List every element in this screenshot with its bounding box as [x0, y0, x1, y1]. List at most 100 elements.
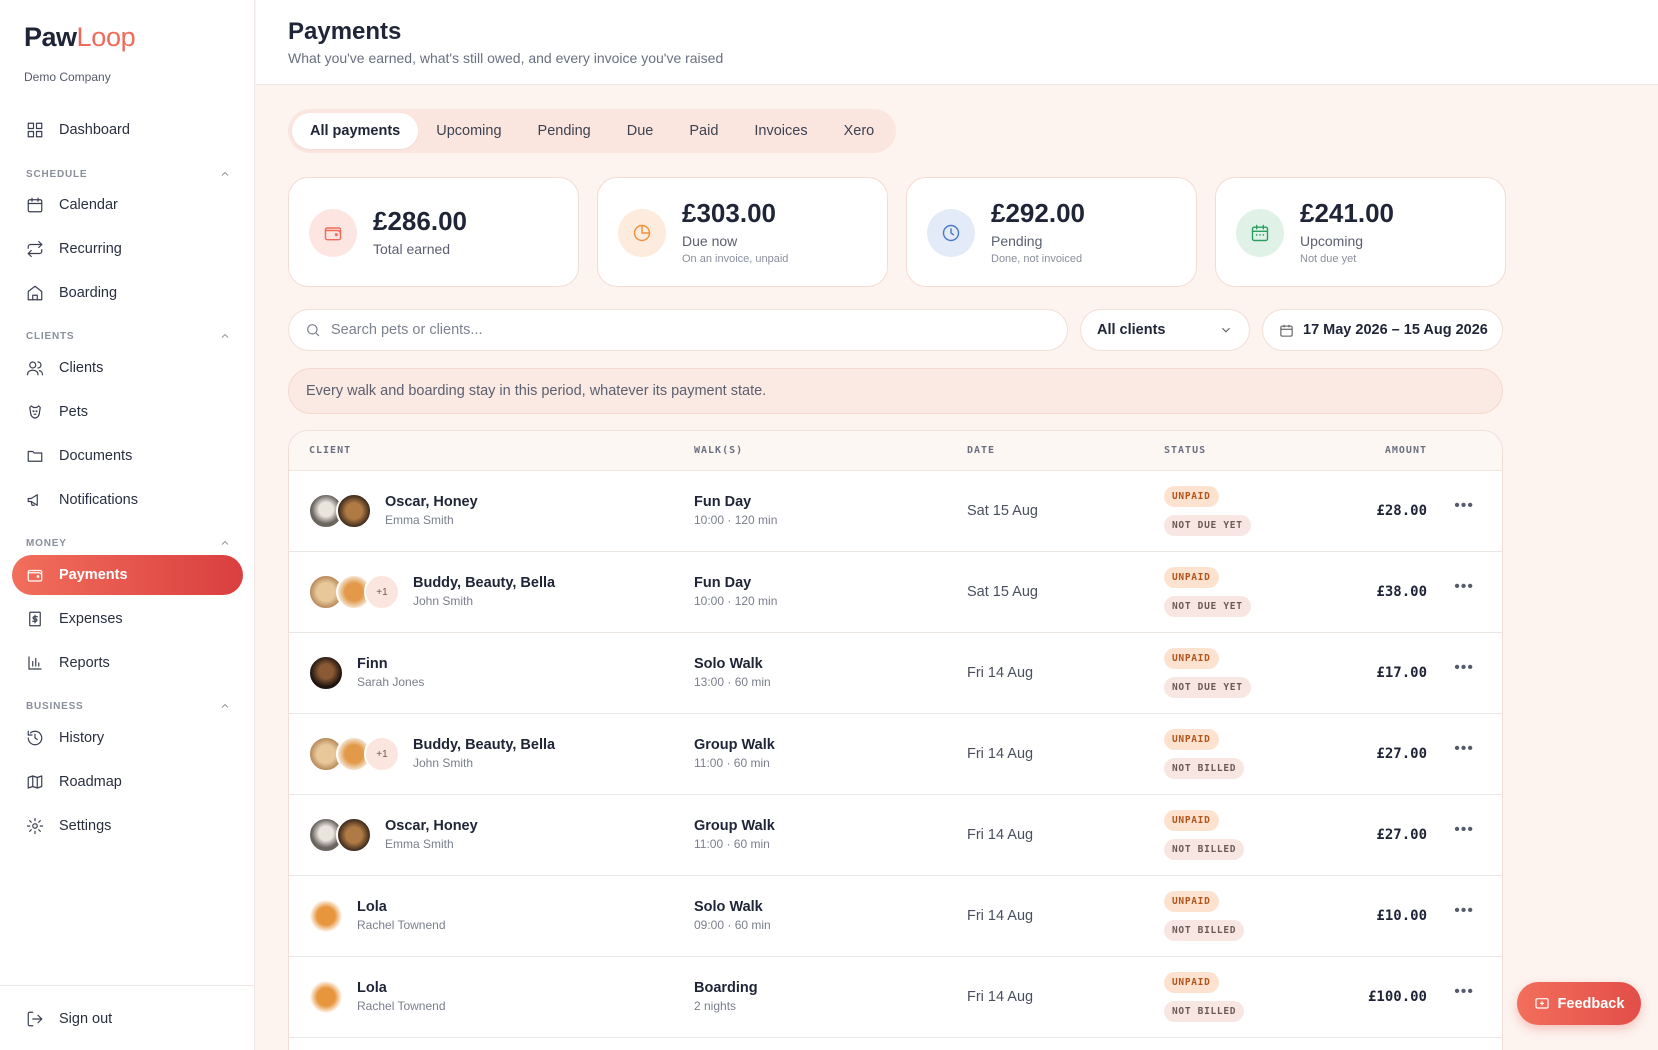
header-walks[interactable]: WALK(S)	[694, 445, 743, 456]
sidebar-item-notifications[interactable]: Notifications	[12, 480, 243, 520]
tab-invoices[interactable]: Invoices	[736, 113, 825, 149]
logout-icon	[27, 1011, 43, 1027]
table-row[interactable]: Lola Rachel Townend Solo Walk 09:00 · 60…	[289, 876, 1502, 957]
sidebar-item-settings[interactable]: Settings	[12, 806, 243, 846]
more-options-icon[interactable]: •••	[1454, 740, 1474, 758]
section-schedule[interactable]: SCHEDULE	[26, 168, 231, 180]
more-options-icon[interactable]: •••	[1454, 821, 1474, 839]
page-header: Payments What you've earned, what's stil…	[256, 0, 1658, 85]
sign-out-button[interactable]: Sign out	[12, 999, 243, 1039]
calendar-icon	[1251, 224, 1269, 242]
row-amount: £10.00	[1376, 908, 1427, 924]
row-walk: Group Walk	[694, 737, 775, 753]
tab-pending[interactable]: Pending	[520, 113, 609, 149]
stat-label: Due now	[682, 233, 738, 249]
sidebar-item-payments[interactable]: Payments	[12, 555, 243, 595]
brand-name-part1: Paw	[24, 22, 77, 52]
pet-avatars	[308, 655, 344, 691]
sidebar-item-label: Calendar	[59, 197, 118, 213]
status-badge-billing: NOT DUE YET	[1164, 677, 1251, 698]
pet-avatars	[308, 898, 344, 934]
tab-upcoming[interactable]: Upcoming	[418, 113, 519, 149]
sidebar-item-calendar[interactable]: Calendar	[12, 185, 243, 225]
sidebar-item-clients[interactable]: Clients	[12, 348, 243, 388]
header-status[interactable]: STATUS	[1164, 445, 1206, 456]
row-date: Fri 14 Aug	[967, 827, 1034, 843]
header-date[interactable]: DATE	[967, 445, 995, 456]
date-range-picker[interactable]: 17 May 2026 – 15 Aug 2026	[1262, 309, 1503, 351]
brand-logo[interactable]: Paw Loop	[24, 22, 136, 53]
pet-avatar	[308, 898, 344, 934]
table-row[interactable]: Oscar, Honey Emma Smith Fun Day 10:00 · …	[289, 471, 1502, 552]
row-owner: Rachel Townend	[357, 918, 446, 932]
header-client[interactable]: CLIENT	[309, 445, 351, 456]
search-box	[288, 309, 1068, 351]
sidebar-item-documents[interactable]: Documents	[12, 436, 243, 476]
row-pets: Lola	[357, 899, 387, 915]
stat-card-upcoming: £241.00 Upcoming Not due yet	[1215, 177, 1506, 287]
tab-all-payments[interactable]: All payments	[292, 113, 419, 149]
tab-paid[interactable]: Paid	[671, 113, 736, 149]
stat-amount: £303.00	[682, 198, 776, 228]
home-icon	[27, 285, 43, 301]
table-row[interactable]: +1 Buddy, Beauty, Bella John Smith Fun D…	[289, 552, 1502, 633]
card-icon-wrap	[618, 209, 666, 257]
more-options-icon[interactable]: •••	[1454, 497, 1474, 515]
stat-amount: £241.00	[1300, 198, 1394, 228]
chevron-up-icon	[221, 703, 229, 708]
header-amount[interactable]: AMOUNT	[1385, 445, 1427, 456]
receipt-icon	[29, 611, 41, 627]
stat-sub: Not due yet	[1300, 253, 1357, 265]
sidebar-item-history[interactable]: History	[12, 718, 243, 758]
sidebar-item-pets[interactable]: Pets	[12, 392, 243, 432]
row-walk-time: 09:00 · 60 min	[694, 918, 771, 932]
client-select-value: All clients	[1097, 322, 1166, 338]
client-select[interactable]: All clients	[1080, 309, 1250, 351]
status-badge-billing: NOT BILLED	[1164, 758, 1245, 779]
stat-card-due-now: £303.00 Due now On an invoice, unpaid	[597, 177, 888, 287]
status-badge-unpaid: UNPAID	[1164, 648, 1219, 669]
more-options-icon[interactable]: •••	[1454, 983, 1474, 1001]
stat-card-total-earned: £286.00 Total earned	[288, 177, 579, 287]
tab-due[interactable]: Due	[609, 113, 672, 149]
row-walk-time: 11:00 · 60 min	[694, 756, 770, 770]
sidebar-item-boarding[interactable]: Boarding	[12, 273, 243, 313]
table-row[interactable]: Finn Sarah Jones Solo Walk 13:00 · 60 mi…	[289, 633, 1502, 714]
sidebar-item-expenses[interactable]: Expenses	[12, 599, 243, 639]
section-money[interactable]: MONEY	[26, 537, 231, 549]
row-pets: Buddy, Beauty, Bella	[413, 737, 556, 753]
feedback-button[interactable]: Feedback	[1517, 982, 1641, 1025]
repeat-icon	[27, 240, 43, 258]
sidebar: Paw Loop Demo Company Dashboard SCHEDULE…	[0, 0, 255, 1050]
section-clients[interactable]: CLIENTS	[26, 330, 231, 342]
sidebar-item-label: Payments	[59, 567, 128, 583]
row-amount: £27.00	[1376, 827, 1427, 843]
sidebar-item-roadmap[interactable]: Roadmap	[12, 762, 243, 802]
sidebar-item-label: Dashboard	[59, 122, 130, 138]
payments-table: CLIENT WALK(S) DATE STATUS AMOUNT Oscar,…	[288, 430, 1503, 1050]
sidebar-item-reports[interactable]: Reports	[12, 643, 243, 683]
tab-xero[interactable]: Xero	[826, 113, 893, 149]
section-label: MONEY	[26, 537, 67, 549]
section-business[interactable]: BUSINESS	[26, 700, 231, 712]
row-walk-time: 10:00 · 120 min	[694, 513, 778, 527]
table-row[interactable]: Lola Rachel Townend Boarding 2 nights Fr…	[289, 957, 1502, 1038]
more-options-icon[interactable]: •••	[1454, 902, 1474, 920]
section-label: BUSINESS	[26, 700, 84, 712]
sign-out-label: Sign out	[59, 1011, 113, 1027]
stat-card-pending: £292.00 Pending Done, not invoiced	[906, 177, 1197, 287]
sidebar-item-dashboard[interactable]: Dashboard	[12, 110, 243, 150]
info-banner: Every walk and boarding stay in this per…	[288, 368, 1503, 414]
search-input[interactable]	[331, 322, 1031, 338]
table-header: CLIENT WALK(S) DATE STATUS AMOUNT	[289, 431, 1502, 471]
more-options-icon[interactable]: •••	[1454, 659, 1474, 677]
sidebar-item-recurring[interactable]: Recurring	[12, 229, 243, 269]
table-row[interactable]: Oscar, Honey Emma Smith Group Walk 11:00…	[289, 795, 1502, 876]
chevron-up-icon	[221, 333, 229, 338]
table-row[interactable]: +1 Buddy, Beauty, Bella John Smith Group…	[289, 714, 1502, 795]
more-options-icon[interactable]: •••	[1454, 578, 1474, 596]
chevron-down-icon	[1222, 327, 1230, 333]
row-date: Fri 14 Aug	[967, 746, 1034, 762]
stat-label: Total earned	[373, 241, 451, 257]
row-walk: Group Walk	[694, 818, 775, 834]
